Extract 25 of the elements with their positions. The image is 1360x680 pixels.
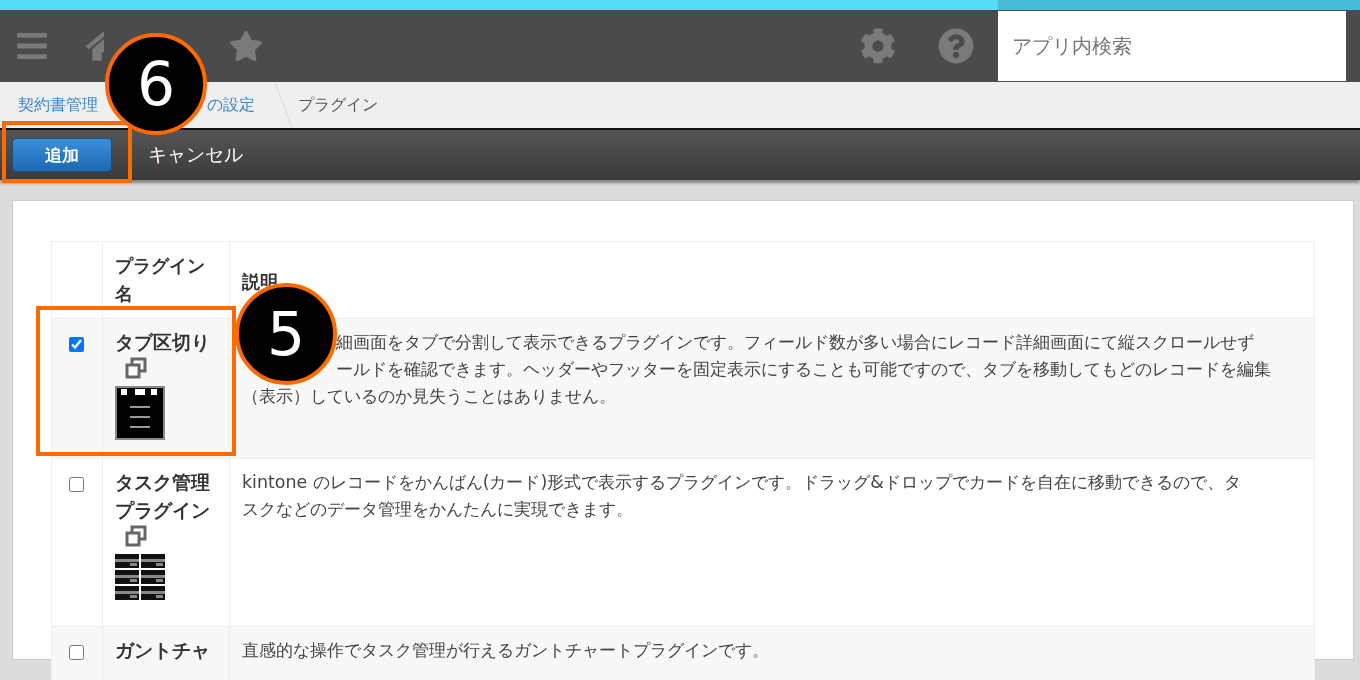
- cancel-button[interactable]: キャンセル: [148, 142, 243, 168]
- description-text: （表示）しているのか見失うことはありません。: [242, 385, 617, 408]
- search-field[interactable]: アプリ内検索: [998, 11, 1346, 81]
- description-text: 細画面をタブで分割して表示できるプラグインです。フィールド数が多い場合にレコード詳細画面にて縦スクロールせず: [336, 331, 1255, 354]
- copy-icon[interactable]: [125, 357, 147, 379]
- breadcrumb-link[interactable]: 契約書管理: [18, 94, 98, 116]
- breadcrumb-link[interactable]: の設定: [207, 94, 255, 116]
- add-button[interactable]: 追加: [12, 138, 112, 172]
- description-text: 直感的な操作でタスク管理が行えるガントチャートプラグインです。: [242, 639, 770, 662]
- copy-icon[interactable]: [125, 525, 147, 547]
- tab-calendar-icon: [115, 386, 165, 440]
- description-text: スクなどのデータ管理をかんたんに実現できます。: [242, 498, 634, 521]
- row-checkbox[interactable]: [69, 477, 84, 492]
- description-text: ールドを確認できます。ヘッダーやフッターを固定表示にすることも可能ですので、タブを移動してもどのレコードを編集: [336, 358, 1272, 381]
- plugin-name: ガントチャ: [115, 640, 210, 661]
- column-header: プラグイン名: [102, 241, 230, 319]
- card-grid-icon: [115, 554, 165, 602]
- help-icon[interactable]: [936, 26, 976, 66]
- description-text: kintone のレコードをかんばん(カード)形式で表示するプラグインです。ドラッグ&ドロップでカードを自在に移動できるので、タ: [242, 471, 1242, 494]
- settings-icon[interactable]: [858, 26, 898, 66]
- page-name: プラグイン: [298, 94, 378, 116]
- plugin-name: タブ区切り: [115, 332, 210, 353]
- row-checkbox[interactable]: [69, 337, 84, 352]
- row-checkbox[interactable]: [69, 645, 84, 660]
- plugin-name: タスク管理プラグイン: [115, 472, 210, 521]
